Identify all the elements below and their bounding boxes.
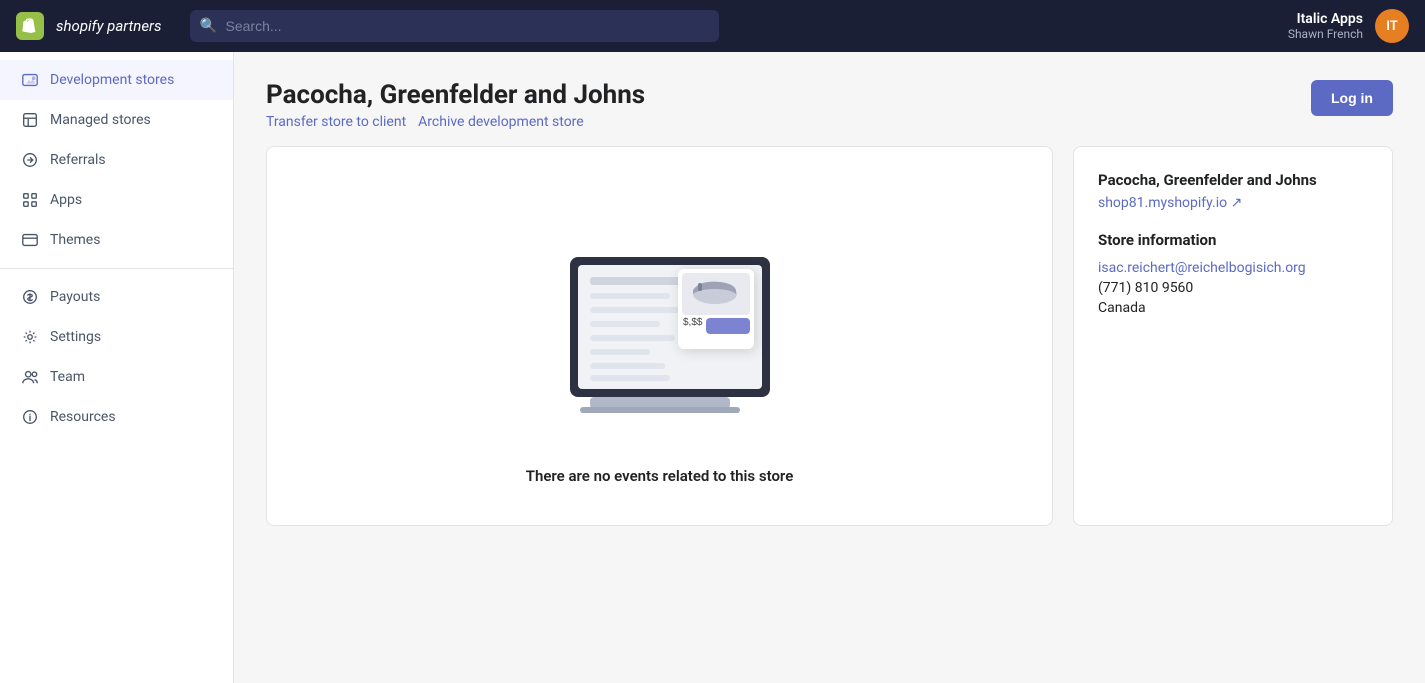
sidebar-item-label: Payouts [50, 289, 100, 305]
store-phone: (771) 810 9560 [1098, 280, 1368, 296]
user-name: Shawn French [1288, 27, 1363, 41]
content-row: $,$$ There are no events related to this… [266, 146, 1393, 526]
payouts-icon [20, 287, 40, 307]
transfer-store-link[interactable]: Transfer store to client [266, 114, 406, 130]
store-info-card: Pacocha, Greenfelder and Johns shop81.my… [1073, 146, 1393, 526]
store-email-link[interactable]: isac.reichert@reichelbogisich.org [1098, 260, 1306, 276]
sidebar-item-label: Settings [50, 329, 101, 345]
sidebar-item-label: Team [50, 369, 85, 385]
archive-store-link[interactable]: Archive development store [418, 114, 584, 130]
sidebar-item-label: Development stores [50, 72, 174, 88]
sidebar-item-themes[interactable]: Themes [0, 220, 233, 260]
svg-text:$,$$: $,$$ [683, 317, 703, 328]
page-actions: Transfer store to client Archive develop… [266, 114, 645, 130]
top-navigation: shopify partners 🔍 Italic Apps Shawn Fre… [0, 0, 1425, 52]
store-info-section-title: Store information [1098, 231, 1368, 249]
avatar[interactable]: IT [1375, 9, 1409, 43]
sidebar-item-resources[interactable]: Resources [0, 397, 233, 437]
development-stores-icon [20, 70, 40, 90]
team-icon [20, 367, 40, 387]
sidebar-item-team[interactable]: Team [0, 357, 233, 397]
empty-state-text: There are no events related to this stor… [526, 467, 794, 485]
managed-stores-icon [20, 110, 40, 130]
sidebar-item-apps[interactable]: Apps [0, 180, 233, 220]
sidebar-item-payouts[interactable]: Payouts [0, 277, 233, 317]
user-info: Italic Apps Shawn French [1288, 11, 1363, 41]
apps-icon [20, 190, 40, 210]
main-content: Pacocha, Greenfelder and Johns Transfer … [234, 52, 1425, 683]
referrals-icon [20, 150, 40, 170]
search-bar[interactable]: 🔍 [190, 10, 719, 42]
user-company: Italic Apps [1288, 11, 1363, 27]
resources-icon [20, 407, 40, 427]
store-url-text: shop81.myshopify.io ↗ [1098, 195, 1242, 211]
page-header: Pacocha, Greenfelder and Johns Transfer … [266, 80, 1393, 130]
store-info-name: Pacocha, Greenfelder and Johns [1098, 171, 1368, 189]
log-in-button[interactable]: Log in [1311, 80, 1393, 116]
sidebar-item-label: Resources [50, 409, 116, 425]
sidebar-item-development-stores[interactable]: Development stores [0, 60, 233, 100]
shopify-logo-icon [16, 12, 44, 40]
sidebar-item-managed-stores[interactable]: Managed stores [0, 100, 233, 140]
themes-icon [20, 230, 40, 250]
sidebar-item-label: Managed stores [50, 112, 151, 128]
sidebar-divider [0, 268, 233, 269]
settings-icon [20, 327, 40, 347]
search-icon: 🔍 [200, 18, 217, 34]
brand-name: shopify partners [56, 17, 162, 35]
sidebar-item-label: Referrals [50, 152, 106, 168]
store-country: Canada [1098, 300, 1368, 316]
sidebar-item-label: Apps [50, 192, 82, 208]
search-input[interactable] [190, 10, 719, 42]
sidebar-item-settings[interactable]: Settings [0, 317, 233, 357]
page-title: Pacocha, Greenfelder and Johns [266, 80, 645, 110]
sidebar-item-referrals[interactable]: Referrals [0, 140, 233, 180]
empty-state-card: $,$$ There are no events related to this… [266, 146, 1053, 526]
sidebar: Development stores Managed stores Referr… [0, 52, 234, 683]
sidebar-item-label: Themes [50, 232, 100, 248]
empty-illustration: $,$$ [510, 187, 810, 447]
store-url-link[interactable]: shop81.myshopify.io ↗ [1098, 195, 1368, 211]
